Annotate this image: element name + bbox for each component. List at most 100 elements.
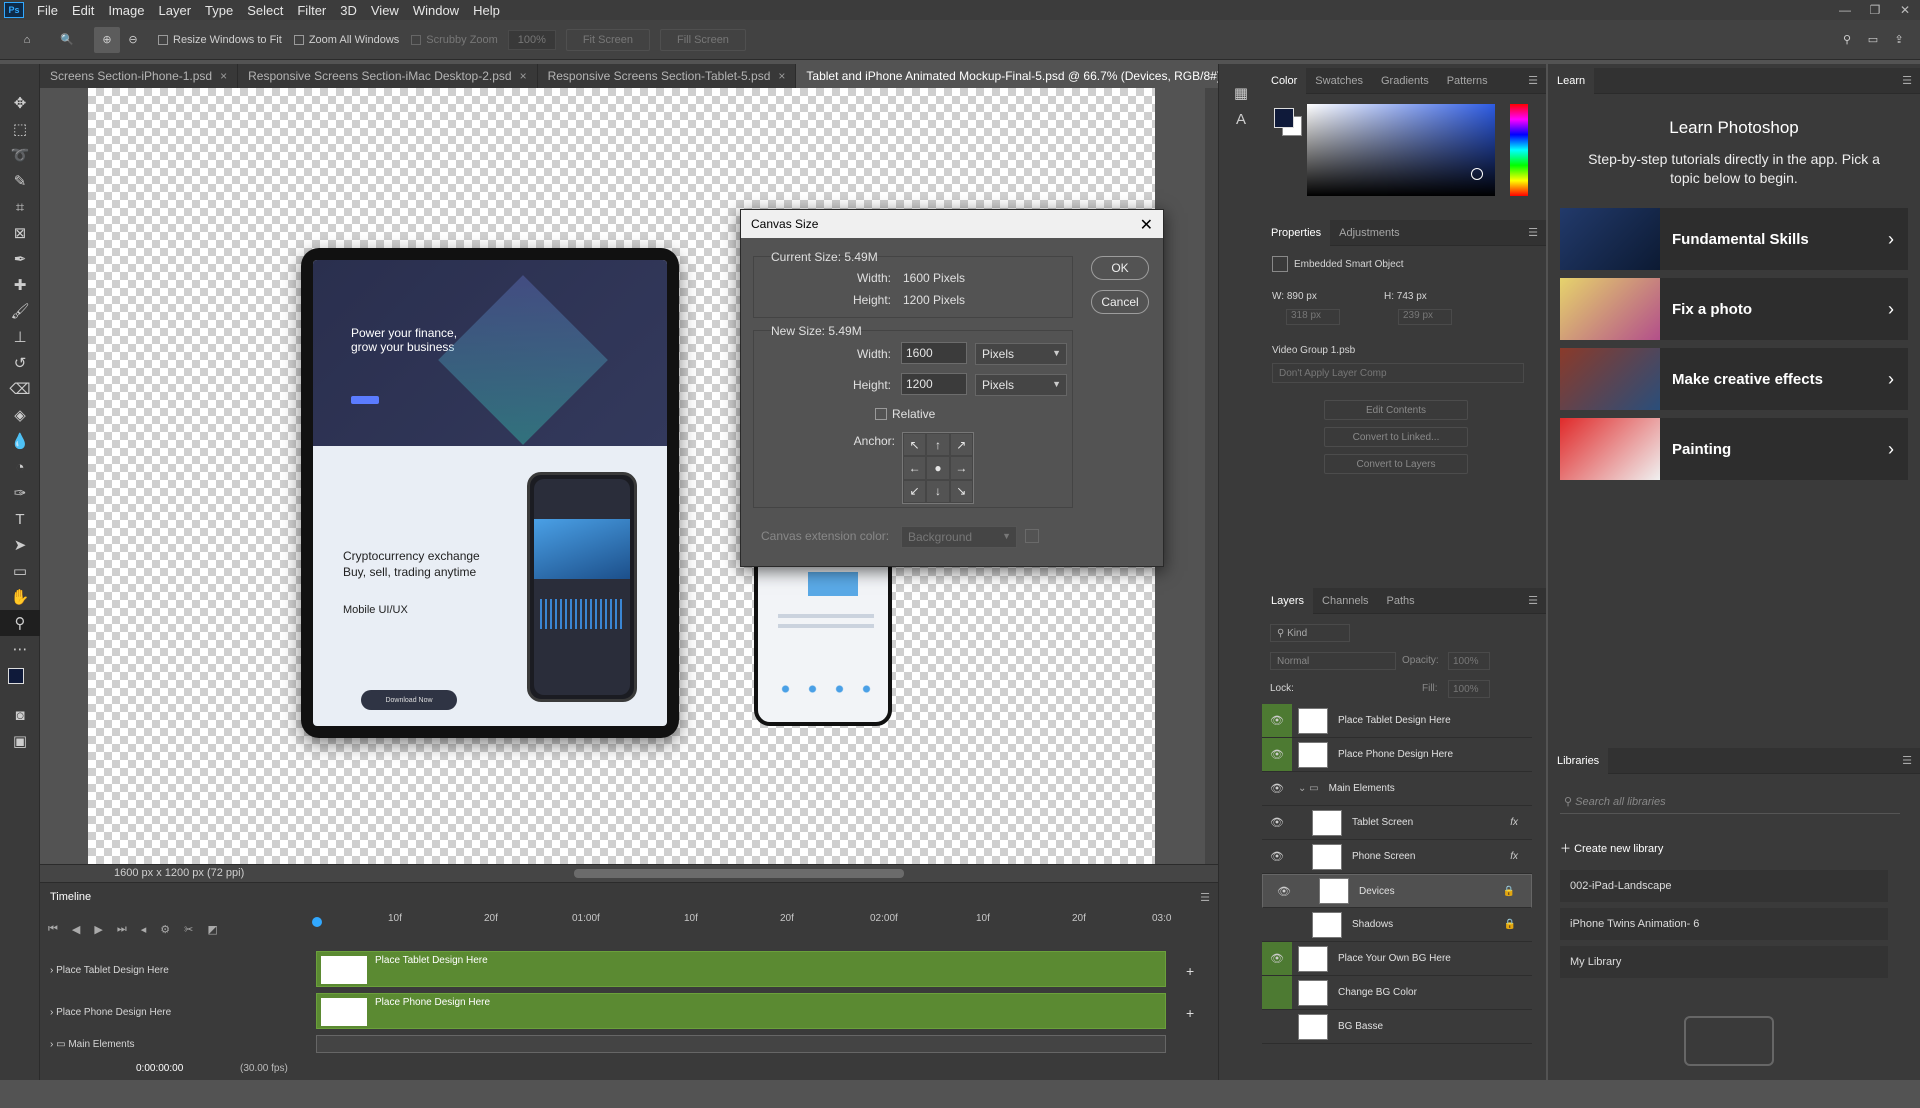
- library-item[interactable]: iPhone Twins Animation- 6: [1560, 908, 1888, 940]
- zoom-all-windows-checkbox[interactable]: Zoom All Windows: [293, 34, 399, 46]
- panel-menu-icon[interactable]: ☰: [1200, 891, 1210, 904]
- layer-filter-kind[interactable]: ⚲ Kind: [1270, 624, 1350, 642]
- learn-card-painting[interactable]: Painting ›: [1560, 418, 1908, 480]
- hand-tool-icon[interactable]: ✋: [0, 584, 40, 610]
- dodge-tool-icon[interactable]: ◔: [0, 454, 40, 480]
- split-icon[interactable]: ✂: [184, 923, 193, 936]
- move-tool-icon[interactable]: ✥: [0, 90, 40, 116]
- zoom-percent-field[interactable]: 100%: [507, 29, 556, 50]
- library-search-input[interactable]: ⚲ Search all libraries: [1560, 790, 1900, 814]
- tab-paths[interactable]: Paths: [1378, 588, 1424, 614]
- dialog-close-icon[interactable]: ✕: [1140, 215, 1153, 235]
- visibility-eye-icon[interactable]: 👁: [1262, 840, 1292, 873]
- glyphs-panel-icon[interactable]: A: [1219, 106, 1263, 132]
- zoom-tool-icon[interactable]: ⚲: [0, 610, 40, 636]
- tab-properties[interactable]: Properties: [1262, 219, 1331, 246]
- anchor-top-left[interactable]: ↖: [903, 433, 927, 457]
- tab-color[interactable]: Color: [1262, 67, 1307, 94]
- cancel-button[interactable]: Cancel: [1091, 290, 1149, 314]
- doc-tab-1[interactable]: Screens Section-iPhone-1.psd ×: [40, 64, 239, 88]
- fill-field[interactable]: 100%: [1448, 680, 1490, 698]
- close-icon[interactable]: ×: [520, 69, 527, 83]
- menu-filter[interactable]: Filter: [290, 3, 333, 18]
- y-field[interactable]: 239 px: [1398, 309, 1452, 325]
- minimize-button[interactable]: —: [1830, 0, 1860, 20]
- doc-tab-2[interactable]: Responsive Screens Section-iMac Desktop-…: [238, 64, 538, 88]
- pen-tool-icon[interactable]: ✑: [0, 480, 40, 506]
- layer-row[interactable]: Change BG Color: [1262, 976, 1532, 1010]
- convert-to-linked-button[interactable]: Convert to Linked...: [1324, 427, 1468, 447]
- menu-help[interactable]: Help: [466, 3, 507, 18]
- prev-frame-icon[interactable]: ◀: [72, 923, 80, 936]
- panel-menu-icon[interactable]: ☰: [1902, 74, 1912, 87]
- close-window-button[interactable]: ✕: [1890, 0, 1920, 20]
- screen-mode-icon[interactable]: ▣: [0, 728, 40, 754]
- visibility-eye-icon[interactable]: 👁: [1262, 806, 1292, 839]
- brush-tool-icon[interactable]: 🖌: [0, 298, 40, 324]
- workspace-icon[interactable]: ▭: [1860, 27, 1886, 53]
- picker-cursor[interactable]: [1471, 168, 1483, 180]
- anchor-bottom-left[interactable]: ↙: [903, 479, 927, 503]
- menu-3d[interactable]: 3D: [333, 3, 364, 18]
- horizontal-scroll-thumb[interactable]: [574, 869, 904, 878]
- scrubby-zoom-checkbox[interactable]: Scrubby Zoom: [411, 34, 498, 46]
- ok-button[interactable]: OK: [1091, 256, 1149, 280]
- anchor-bottom[interactable]: ↓: [926, 479, 950, 503]
- crop-tool-icon[interactable]: ⌗: [0, 194, 40, 220]
- track-label-main[interactable]: › ▭ Main Elements: [50, 1039, 134, 1050]
- folder-icon[interactable]: ⌄ ▭: [1298, 783, 1319, 794]
- history-brush-icon[interactable]: ↺: [0, 350, 40, 376]
- path-select-icon[interactable]: ➤: [0, 532, 40, 558]
- menu-layer[interactable]: Layer: [152, 3, 199, 18]
- marquee-tool-icon[interactable]: ⬚: [0, 116, 40, 142]
- blend-mode-select[interactable]: Normal: [1270, 652, 1396, 670]
- close-icon[interactable]: ×: [778, 69, 785, 83]
- magic-wand-icon[interactable]: ✎: [0, 168, 40, 194]
- audio-icon[interactable]: ◂: [141, 923, 147, 936]
- menu-window[interactable]: Window: [406, 3, 466, 18]
- menu-image[interactable]: Image: [101, 3, 151, 18]
- track-label-tablet[interactable]: › Place Tablet Design Here: [50, 965, 169, 976]
- tab-adjustments[interactable]: Adjustments: [1330, 220, 1409, 246]
- anchor-grid[interactable]: ↖ ↑ ↗ ← ● → ↙ ↓ ↘: [902, 432, 974, 504]
- blur-tool-icon[interactable]: 💧: [0, 428, 40, 454]
- close-icon[interactable]: ×: [220, 69, 227, 83]
- layer-row[interactable]: 👁 Tablet Screen fx: [1262, 806, 1532, 840]
- menu-select[interactable]: Select: [240, 3, 290, 18]
- learn-card-creative[interactable]: Make creative effects ›: [1560, 348, 1908, 410]
- home-icon[interactable]: ⌂: [14, 27, 40, 53]
- restore-button[interactable]: ❐: [1860, 0, 1890, 20]
- layer-row[interactable]: 👁 ⌄ ▭ Main Elements: [1262, 772, 1532, 806]
- more-tools-icon[interactable]: ⋯: [0, 636, 40, 662]
- transition-icon[interactable]: ◩: [207, 923, 217, 936]
- anchor-right[interactable]: →: [949, 456, 973, 480]
- anchor-center[interactable]: ●: [926, 456, 950, 480]
- visibility-eye-icon[interactable]: 👁: [1269, 875, 1299, 907]
- extension-color-swatch[interactable]: [1025, 529, 1039, 543]
- width-input[interactable]: 1600: [901, 342, 967, 364]
- visibility-eye-icon[interactable]: 👁: [1262, 738, 1292, 771]
- fit-screen-button[interactable]: Fit Screen: [565, 28, 650, 51]
- share-icon[interactable]: ⇪: [1886, 27, 1912, 53]
- learn-card-fundamental[interactable]: Fundamental Skills ›: [1560, 208, 1908, 270]
- rectangle-tool-icon[interactable]: ▭: [0, 558, 40, 584]
- quick-mask-icon[interactable]: ◙: [0, 702, 40, 728]
- tab-gradients[interactable]: Gradients: [1372, 68, 1438, 94]
- paint-bucket-icon[interactable]: ◈: [0, 402, 40, 428]
- convert-to-layers-button[interactable]: Convert to Layers: [1324, 454, 1468, 474]
- menu-file[interactable]: File: [30, 3, 65, 18]
- doc-tab-3[interactable]: Responsive Screens Section-Tablet-5.psd ×: [538, 64, 797, 88]
- extension-color-select[interactable]: Background ▼: [901, 526, 1017, 548]
- fill-screen-button[interactable]: Fill Screen: [659, 28, 746, 51]
- foreground-swatch[interactable]: [1274, 108, 1294, 128]
- relative-checkbox[interactable]: Relative: [875, 407, 935, 421]
- frame-tool-icon[interactable]: ⊠: [0, 220, 40, 246]
- settings-icon[interactable]: ⚙: [160, 923, 170, 936]
- menu-edit[interactable]: Edit: [65, 3, 101, 18]
- learn-card-fix-photo[interactable]: Fix a photo ›: [1560, 278, 1908, 340]
- layer-row[interactable]: BG Basse: [1262, 1010, 1532, 1044]
- layer-row[interactable]: 👁 Place Tablet Design Here: [1262, 704, 1532, 738]
- visibility-eye-icon[interactable]: 👁: [1262, 942, 1292, 975]
- opacity-field[interactable]: 100%: [1448, 652, 1490, 670]
- timeline-clip-tablet[interactable]: Place Tablet Design Here: [316, 951, 1166, 987]
